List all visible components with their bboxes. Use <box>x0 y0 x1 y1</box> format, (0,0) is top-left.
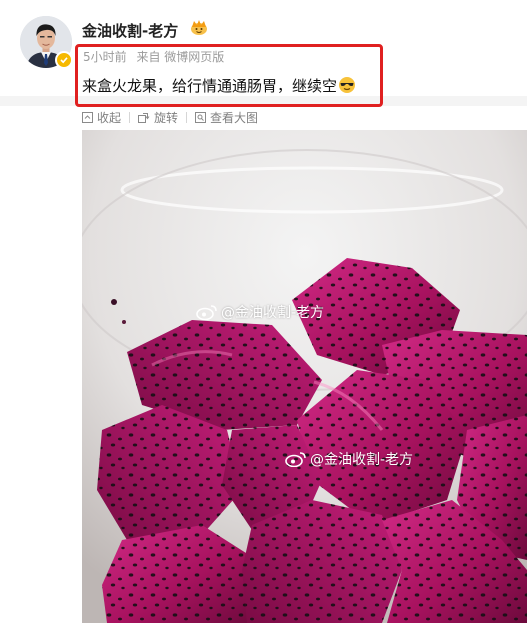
dragon-fruit-photo <box>82 130 527 623</box>
collapse-label: 收起 <box>97 110 122 125</box>
rotate-label: 旋转 <box>154 110 179 125</box>
watermark-text: @金油收割-老方 <box>310 452 414 468</box>
rotate-icon <box>138 112 150 123</box>
image-action-bar: 收起 旋转 查看大图 <box>82 109 258 125</box>
view-large-label: 查看大图 <box>210 110 259 125</box>
highlight-annotation-box <box>75 44 383 107</box>
image-watermark: @金油收割-老方 <box>196 302 324 322</box>
weibo-logo-icon <box>196 305 217 320</box>
avatar[interactable] <box>20 16 73 69</box>
view-large-button[interactable]: 查看大图 <box>195 109 258 126</box>
watermark-text: @金油收割-老方 <box>221 305 325 321</box>
weibo-post-screenshot: 金油收割-老方 5小时前 来自 微博网页版 来盒火龙果，给行情通通肠胃，继续空 … <box>0 0 527 623</box>
crown-icon <box>191 20 207 35</box>
weibo-logo-icon <box>285 452 306 467</box>
verified-icon <box>55 51 73 69</box>
collapse-button[interactable]: 收起 <box>82 109 121 126</box>
divider <box>129 111 131 123</box>
view-large-icon <box>195 111 207 123</box>
image-watermark: @金油收割-老方 <box>285 449 413 469</box>
rotate-button[interactable]: 旋转 <box>138 109 178 126</box>
collapse-icon <box>82 111 93 123</box>
divider <box>186 111 188 123</box>
post-image[interactable]: @金油收割-老方 @金油收割-老方 <box>82 130 527 623</box>
username-link[interactable]: 金油收割-老方 <box>82 20 178 41</box>
